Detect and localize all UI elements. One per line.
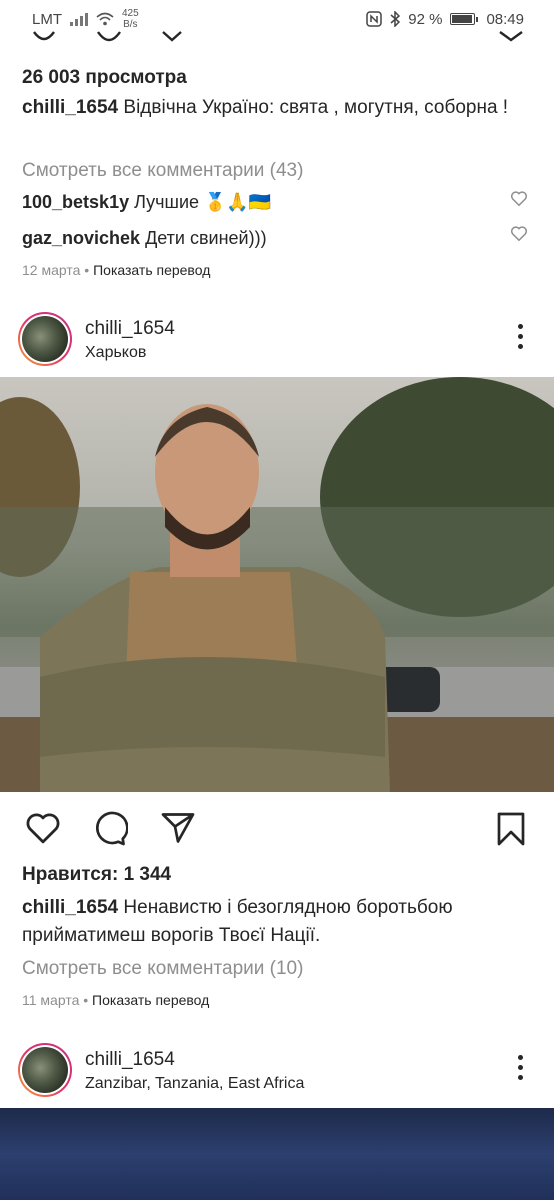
net-speed-value: 425: [122, 8, 139, 19]
post-location[interactable]: Харьков: [85, 344, 146, 362]
translate-link[interactable]: Показать перевод: [92, 992, 209, 1008]
nfc-icon: [366, 11, 382, 27]
post-date: 12 марта: [22, 262, 81, 278]
post-photo[interactable]: [0, 377, 554, 792]
avatar[interactable]: [18, 312, 72, 366]
bookmark-icon[interactable]: [496, 811, 526, 847]
comment-row: 100_betsk1y Лучшие 🥇🙏🇺🇦: [22, 190, 532, 214]
more-options-icon[interactable]: [518, 1055, 524, 1080]
comment-icon[interactable]: [92, 811, 128, 847]
bluetooth-icon: [390, 11, 401, 27]
status-bar-left: LMT 425 B/s: [32, 8, 139, 30]
comment-username[interactable]: 100_betsk1y: [22, 192, 129, 212]
views-count: 26 003 просмотра: [22, 67, 187, 88]
view-all-comments-link[interactable]: Смотреть все комментарии (10): [22, 958, 303, 980]
post-photo[interactable]: [0, 1108, 554, 1200]
caption-text: Відвічна Україно: свята , могутня, собор…: [123, 97, 509, 118]
signal-icon: [70, 12, 88, 26]
battery-percent: 92 %: [408, 10, 443, 28]
wifi-icon: [96, 12, 114, 26]
view-all-comments-link[interactable]: Смотреть все комментарии (43): [22, 160, 303, 182]
post-location[interactable]: Zanzibar, Tanzania, East Africa: [85, 1075, 304, 1093]
comment-icon[interactable]: [95, 28, 123, 48]
status-bar-right: 92 % 08:49: [366, 11, 524, 28]
post-username[interactable]: chilli_1654: [85, 318, 175, 340]
send-icon[interactable]: [160, 28, 184, 48]
caption-username[interactable]: chilli_1654: [22, 97, 118, 118]
comment-text: Лучшие 🥇🙏🇺🇦: [134, 192, 272, 212]
post-caption: chilli_1654 Відвічна Україно: свята , мо…: [22, 94, 532, 122]
post-header: chilli_1654 Zanzibar, Tanzania, East Afr…: [0, 1033, 554, 1105]
heart-icon[interactable]: [30, 28, 58, 48]
post-photo-graphic: [0, 377, 554, 792]
comment-text: Дети свиней))): [145, 228, 267, 248]
post-header: chilli_1654 Харьков: [0, 302, 554, 374]
more-options-icon[interactable]: [518, 324, 524, 349]
likes-count[interactable]: Нравится: 1 344: [22, 864, 171, 886]
comment-row: gaz_novichek Дети свиней))): [22, 226, 532, 250]
comment-like-icon[interactable]: [510, 190, 528, 207]
post-caption: chilli_1654 Ненавистю і безоглядною боро…: [22, 894, 532, 950]
post-date-row: 11 марта • Показать перевод: [22, 992, 210, 1008]
bookmark-icon[interactable]: [496, 28, 526, 48]
caption-username[interactable]: chilli_1654: [22, 897, 118, 918]
translate-link[interactable]: Показать перевод: [93, 262, 210, 278]
post-actions: [0, 807, 554, 851]
battery-icon: [450, 13, 479, 25]
heart-icon[interactable]: [24, 811, 62, 845]
clock: 08:49: [486, 10, 524, 28]
post-date-row: 12 марта • Показать перевод: [22, 262, 211, 278]
carrier-label: LMT: [32, 10, 62, 28]
avatar[interactable]: [18, 1043, 72, 1097]
comment-username[interactable]: gaz_novichek: [22, 228, 140, 248]
post-username[interactable]: chilli_1654: [85, 1049, 175, 1071]
previous-post-actions: [0, 28, 554, 48]
send-icon[interactable]: [160, 811, 196, 845]
comment-like-icon[interactable]: [510, 225, 528, 242]
net-speed: 425 B/s: [122, 8, 139, 30]
post-date: 11 марта: [22, 992, 80, 1008]
